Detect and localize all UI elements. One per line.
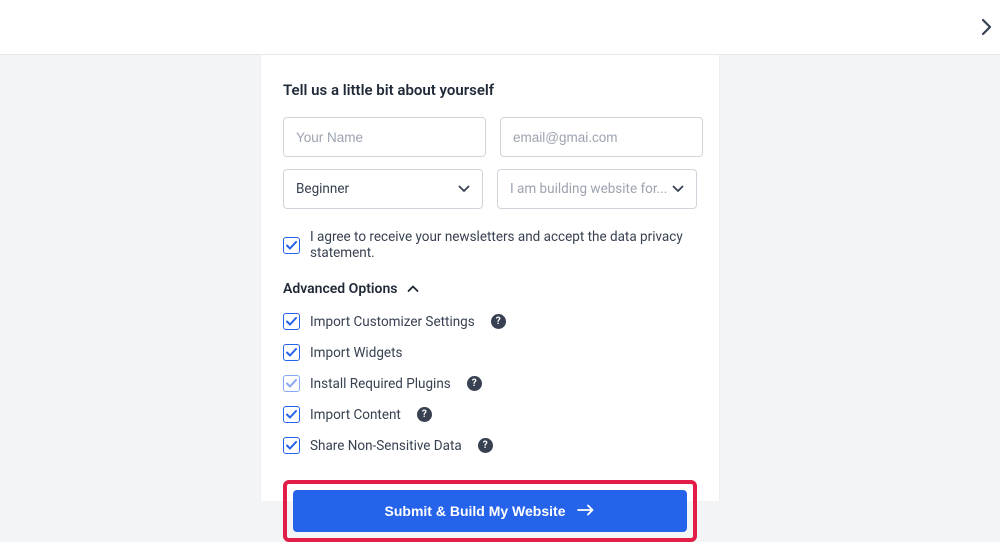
help-icon[interactable]: ? [478,438,493,453]
form-heading: Tell us a little bit about yourself [283,81,697,99]
advanced-options-list: Import Customizer Settings ? Import Widg… [283,313,697,454]
install-plugins-label: Install Required Plugins [310,376,451,392]
submit-button[interactable]: Submit & Build My Website [293,490,687,532]
experience-level-select[interactable]: Beginner [283,169,483,209]
email-input[interactable] [500,117,703,157]
top-bar [0,0,1000,55]
experience-level-value: Beginner [296,181,349,197]
install-plugins-checkbox[interactable] [283,375,300,392]
close-icon[interactable] [981,18,992,40]
consent-label: I agree to receive your newsletters and … [310,229,697,261]
import-content-checkbox[interactable] [283,406,300,423]
help-icon[interactable]: ? [491,314,506,329]
purpose-select[interactable]: I am building website for... [497,169,697,209]
import-widgets-label: Import Widgets [310,345,402,361]
import-customizer-label: Import Customizer Settings [310,314,475,330]
name-input[interactable] [283,117,486,157]
advanced-options-toggle[interactable]: Advanced Options [283,281,697,297]
consent-checkbox[interactable] [283,237,300,254]
import-widgets-checkbox[interactable] [283,344,300,361]
chevron-down-icon [672,181,684,197]
advanced-options-label: Advanced Options [283,281,397,297]
submit-highlight: Submit & Build My Website [283,480,697,542]
arrow-right-icon [577,503,595,519]
import-content-label: Import Content [310,407,401,423]
help-icon[interactable]: ? [467,376,482,391]
share-data-label: Share Non-Sensitive Data [310,438,462,454]
submit-button-label: Submit & Build My Website [385,503,566,519]
help-icon[interactable]: ? [417,407,432,422]
purpose-placeholder: I am building website for... [510,181,667,197]
form-panel: Tell us a little bit about yourself Begi… [260,55,720,501]
import-customizer-checkbox[interactable] [283,313,300,330]
share-data-checkbox[interactable] [283,437,300,454]
chevron-up-icon [407,281,419,297]
chevron-down-icon [458,181,470,197]
